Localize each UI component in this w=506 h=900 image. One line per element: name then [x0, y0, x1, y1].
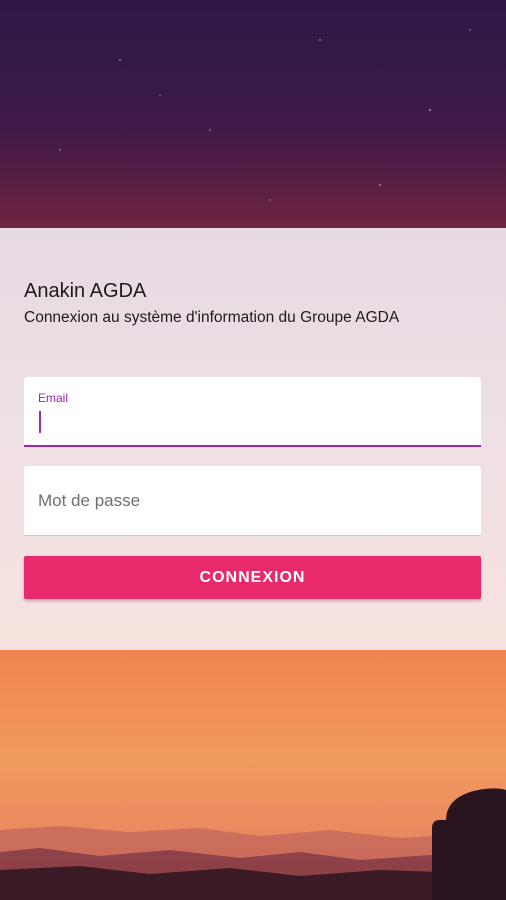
text-cursor [39, 411, 41, 433]
login-panel: Anakin AGDA Connexion au système d'infor… [0, 228, 506, 650]
connexion-button[interactable]: CONNEXION [24, 556, 481, 599]
password-field[interactable] [24, 466, 481, 536]
password-input[interactable] [38, 488, 458, 514]
app-title: Anakin AGDA [24, 280, 147, 302]
email-input[interactable] [38, 411, 458, 435]
email-label: Email [38, 391, 69, 405]
app-subtitle: Connexion au système d'information du Gr… [24, 309, 400, 326]
email-field[interactable]: Email [24, 377, 481, 447]
